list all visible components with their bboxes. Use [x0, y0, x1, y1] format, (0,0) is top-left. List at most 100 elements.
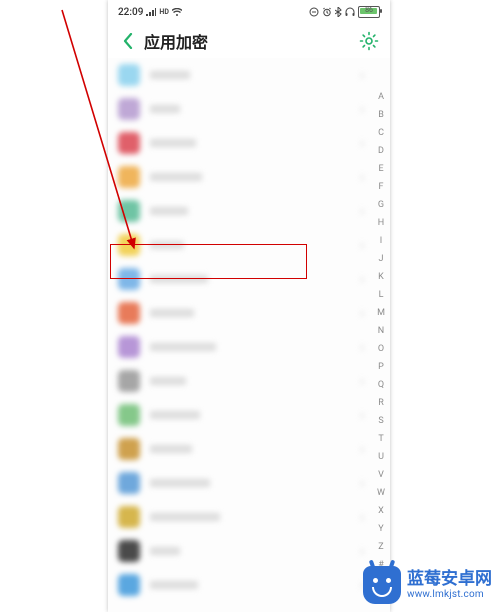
app-row[interactable]: ›: [108, 262, 370, 296]
phone-frame: 22:09 HD 86: [108, 0, 390, 612]
alpha-letter[interactable]: T: [378, 430, 383, 448]
app-icon: [118, 438, 140, 460]
chevron-right-icon: ›: [360, 68, 364, 82]
chevron-right-icon: ›: [360, 476, 364, 490]
bluetooth-icon: [335, 7, 342, 17]
chevron-right-icon: ›: [360, 442, 364, 456]
alpha-letter[interactable]: Z: [378, 538, 383, 556]
status-time: 22:09: [118, 7, 143, 18]
alpha-letter[interactable]: P: [378, 358, 384, 376]
alpha-letter[interactable]: O: [378, 340, 384, 358]
chevron-right-icon: ›: [360, 306, 364, 320]
app-row[interactable]: ›: [108, 160, 370, 194]
alphabet-index[interactable]: ABCDEFGHIJKLMNOPQRSTUVWXYZ#: [373, 88, 389, 574]
alpha-letter[interactable]: A: [378, 88, 384, 106]
content-area: › › › › › › › › › › › › › › › › ABCDEFGHIJKLMNOPQRSTUVW…: [108, 58, 390, 612]
chevron-right-icon: ›: [360, 544, 364, 558]
alpha-letter[interactable]: V: [378, 466, 384, 484]
chevron-right-icon: ›: [360, 170, 364, 184]
status-left: 22:09 HD: [118, 7, 182, 18]
alpha-letter[interactable]: U: [378, 448, 384, 466]
app-name-placeholder: [150, 377, 186, 385]
app-name-placeholder: [150, 479, 210, 487]
watermark-title: 蓝莓安卓网: [407, 570, 492, 589]
alpha-letter[interactable]: Y: [378, 520, 383, 538]
app-name-placeholder: [150, 309, 194, 317]
chevron-right-icon: ›: [360, 238, 364, 252]
alpha-letter[interactable]: C: [378, 124, 384, 142]
app-icon: [118, 302, 140, 324]
app-row[interactable]: ›: [108, 568, 370, 602]
app-icon: [118, 370, 140, 392]
status-right: 86: [309, 6, 380, 18]
alpha-letter[interactable]: G: [378, 196, 384, 214]
alarm-icon: [322, 7, 332, 17]
back-button[interactable]: [118, 31, 138, 51]
alpha-letter[interactable]: X: [378, 502, 384, 520]
app-icon: [118, 540, 140, 562]
app-name-placeholder: [150, 173, 202, 181]
alpha-letter[interactable]: E: [378, 160, 383, 178]
app-row[interactable]: ›: [108, 466, 370, 500]
app-name-placeholder: [150, 547, 180, 555]
chevron-right-icon: ›: [360, 374, 364, 388]
alpha-letter[interactable]: R: [378, 394, 384, 412]
page-title: 应用加密: [144, 29, 358, 53]
app-row[interactable]: ›: [108, 398, 370, 432]
alpha-letter[interactable]: J: [379, 250, 384, 268]
app-row[interactable]: ›: [108, 432, 370, 466]
app-icon: [118, 234, 140, 256]
app-name-placeholder: [150, 411, 200, 419]
app-row[interactable]: ›: [108, 92, 370, 126]
dnd-icon: [309, 7, 319, 17]
alpha-letter[interactable]: L: [379, 286, 384, 304]
chevron-right-icon: ›: [360, 136, 364, 150]
app-icon: [118, 132, 140, 154]
app-row[interactable]: ›: [108, 364, 370, 398]
app-icon: [118, 574, 140, 596]
headphones-icon: [345, 7, 355, 17]
chevron-right-icon: ›: [360, 340, 364, 354]
alpha-letter[interactable]: B: [378, 106, 384, 124]
app-name-placeholder: [150, 71, 190, 79]
app-row[interactable]: ›: [108, 534, 370, 568]
app-name-placeholder: [150, 581, 198, 589]
chevron-right-icon: ›: [360, 408, 364, 422]
app-icon: [118, 506, 140, 528]
app-icon: [118, 404, 140, 426]
app-name-placeholder: [150, 445, 192, 453]
alpha-letter[interactable]: S: [378, 412, 383, 430]
alpha-letter[interactable]: K: [378, 268, 384, 286]
app-row[interactable]: ›: [108, 126, 370, 160]
battery-icon: 86: [358, 6, 380, 18]
chevron-right-icon: ›: [360, 272, 364, 286]
watermark-url: www.lmkjst.com: [407, 589, 492, 600]
watermark-text: 蓝莓安卓网 www.lmkjst.com: [407, 570, 492, 600]
alpha-letter[interactable]: F: [379, 178, 384, 196]
app-row[interactable]: ›: [108, 228, 370, 262]
hd-icon: HD: [159, 8, 169, 16]
status-bar: 22:09 HD 86: [108, 0, 390, 22]
alpha-letter[interactable]: D: [378, 142, 384, 160]
app-name-placeholder: [150, 343, 216, 351]
app-icon: [118, 200, 140, 222]
settings-button[interactable]: [358, 30, 380, 52]
alpha-letter[interactable]: I: [380, 232, 382, 250]
signal-icon: [146, 8, 156, 16]
alpha-letter[interactable]: Q: [378, 376, 384, 394]
alpha-letter[interactable]: W: [377, 484, 385, 502]
app-row[interactable]: ›: [108, 500, 370, 534]
watermark-logo-icon: [363, 566, 401, 604]
app-row[interactable]: ›: [108, 194, 370, 228]
chevron-right-icon: ›: [360, 102, 364, 116]
alpha-letter[interactable]: N: [378, 322, 384, 340]
app-row[interactable]: ›: [108, 296, 370, 330]
app-name-placeholder: [150, 275, 208, 283]
alpha-letter[interactable]: M: [377, 304, 385, 322]
app-row[interactable]: ›: [108, 330, 370, 364]
app-name-placeholder: [150, 241, 184, 249]
app-name-placeholder: [150, 105, 180, 113]
app-row[interactable]: ›: [108, 58, 370, 92]
alpha-letter[interactable]: H: [378, 214, 384, 232]
chevron-right-icon: ›: [360, 510, 364, 524]
